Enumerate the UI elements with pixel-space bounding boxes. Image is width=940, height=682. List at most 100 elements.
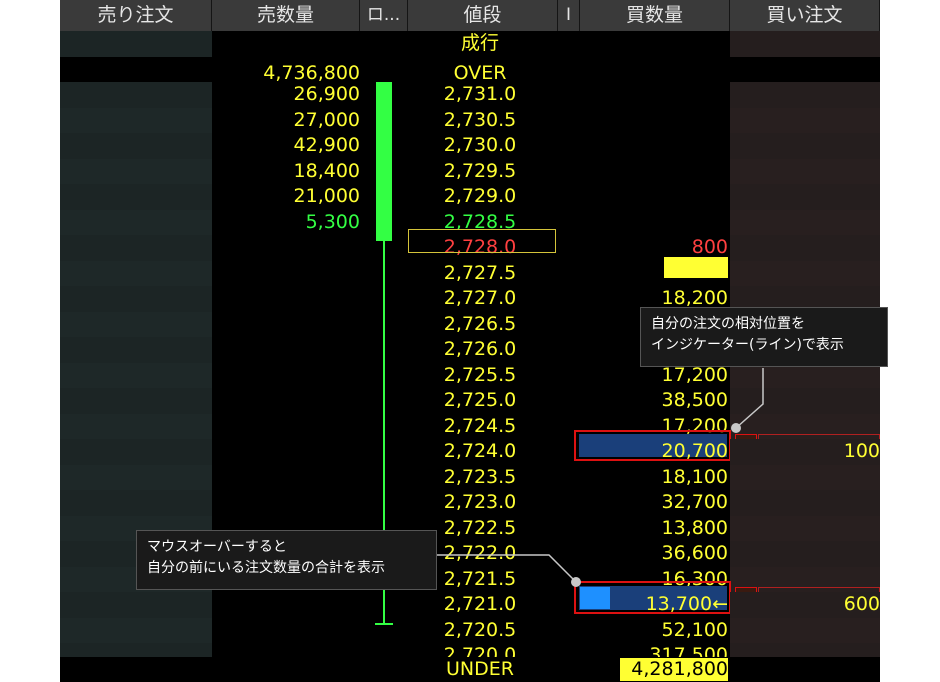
buy-order-qty [730,261,880,287]
buy-qty: 13,800 [661,516,728,539]
sell-order-cell[interactable] [60,362,212,388]
sell-order-cell[interactable] [60,592,212,618]
sell-order-cell[interactable] [60,209,212,235]
ladder-row[interactable]: 2,720.5 52,100 [60,617,880,644]
price-label[interactable]: 2,731.0 [400,82,560,108]
ladder-row[interactable]: 2,724.5 17,200 [60,413,880,440]
price-label[interactable]: 2,730.5 [400,108,560,134]
ladder-row[interactable]: 27,000 2,730.5 [60,107,880,134]
header-sell-qty[interactable]: 売数量 [212,0,360,31]
buy-qty-highlight [664,257,728,278]
sell-qty: 18,400 [293,159,360,182]
sell-order-cell[interactable] [60,184,212,210]
market-order-row[interactable]: 成行 [60,31,880,57]
sell-qty: 42,900 [293,134,360,156]
ladder-row[interactable]: 2,723.5 18,100 [60,464,880,491]
under-row: UNDER 4,281,800 [60,657,880,682]
buy-order-qty [730,490,880,516]
sell-qty [212,261,360,287]
sell-order-cell[interactable] [60,133,212,159]
sell-order-cell[interactable] [60,260,212,286]
price-label[interactable]: 2,726.5 [400,312,560,338]
ladder-row[interactable]: 2,727.59,900 [60,260,880,287]
sell-order-cell[interactable] [60,311,212,337]
sell-order-cell[interactable] [60,158,212,184]
header-i[interactable]: I [558,0,580,31]
price-label[interactable]: 2,724.5 [400,414,560,440]
ladder-row[interactable]: 2,724.0 20,700 100 [60,439,880,465]
ladder-row[interactable]: 2,723.0 32,700 [60,490,880,516]
sell-qty [212,312,360,338]
sell-order-cell[interactable] [60,235,212,261]
callout-indicator-info: 自分の注文の相対位置を インジケーター(ライン)で表示 [640,307,888,367]
header-ro[interactable]: ロ... [360,0,408,31]
sell-order-cell[interactable] [60,413,212,439]
price-label[interactable]: 2,724.0 [400,439,560,465]
price-label[interactable]: 2,720.5 [400,618,560,644]
sell-order-cell[interactable] [60,617,212,643]
ladder-row[interactable]: 21,000 2,729.0 [60,184,880,210]
price-label[interactable]: 2,729.0 [400,184,560,210]
header-sell-order[interactable]: 売り注文 [60,0,212,31]
sell-qty [212,363,360,389]
sell-qty: 21,000 [293,185,360,207]
sell-qty [212,465,360,491]
order-position-line-end [375,623,393,625]
buy-order-qty [730,184,880,210]
price-label[interactable]: 2,721.0 [400,592,560,618]
ladder-row[interactable]: 26,900 2,731.0 [60,82,880,108]
buy-order-qty [730,388,880,414]
price-label[interactable]: 2,729.5 [400,159,560,185]
buy-qty: 52,100 [661,618,728,641]
buy-qty: 32,700 [661,491,728,513]
sell-qty [212,414,360,440]
sell-order-cell[interactable] [60,286,212,312]
price-label[interactable]: 2,725.5 [400,363,560,389]
ladder-row[interactable]: 2,725.0 38,500 [60,388,880,414]
sell-order-cell[interactable] [60,82,212,108]
sell-qty [212,286,360,312]
sell-order-cell[interactable] [60,388,212,414]
header-price[interactable]: 値段 [408,0,558,31]
callout-bottom-line2: 自分の前にいる注文数量の合計を表示 [147,560,385,576]
sell-qty [212,337,360,363]
callout-hover-info: マウスオーバーすると 自分の前にいる注文数量の合計を表示 [136,530,437,590]
buy-order-qty [730,465,880,491]
callout-bottom-line1: マウスオーバーすると [147,539,287,555]
sell-order-cell[interactable] [60,337,212,363]
header-buy-order[interactable]: 買い注文 [730,0,880,31]
price-label[interactable]: 2,730.0 [400,133,560,159]
sell-order-cell[interactable] [60,490,212,516]
buy-order-qty [730,133,880,159]
market-order-label: 成行 [460,32,499,54]
callout-top-line1: 自分の注文の相対位置を [651,316,805,332]
ladder-row[interactable]: 42,900 2,730.0 [60,133,880,159]
sell-order-cell[interactable] [60,107,212,133]
header-buy-qty[interactable]: 買数量 [580,0,730,31]
price-label[interactable]: 2,726.0 [400,337,560,363]
ladder-row[interactable]: 18,400 2,729.5 [60,158,880,185]
under-buy-qty: 4,281,800 [631,658,728,680]
under-label: UNDER [446,658,514,680]
price-label[interactable]: 2,723.0 [400,490,560,516]
price-label[interactable]: 2,727.0 [400,286,560,312]
buy-qty [580,159,728,185]
sell-order-cell[interactable] [60,31,212,57]
buy-order-cell[interactable] [730,31,880,57]
buy-order-qty [730,210,880,236]
sell-order-cell[interactable] [60,439,212,465]
sell-qty: 5,300 [305,210,360,233]
ladder-row[interactable]: 2,721.0 13,700← 600 [60,592,880,618]
last-price-box [408,229,556,253]
price-label[interactable]: 2,723.5 [400,465,560,491]
buy-qty [580,210,728,236]
price-label[interactable]: 2,725.0 [400,388,560,414]
buy-qty [580,133,728,159]
buy-qty: 18,100 [661,465,728,488]
price-label[interactable]: 2,727.5 [400,261,560,287]
sell-qty [212,490,360,516]
callout-top-line2: インジケーター(ライン)で表示 [651,337,844,353]
buy-order-qty: 600 [843,593,880,615]
sell-order-cell[interactable] [60,464,212,490]
buy-qty [580,184,728,210]
